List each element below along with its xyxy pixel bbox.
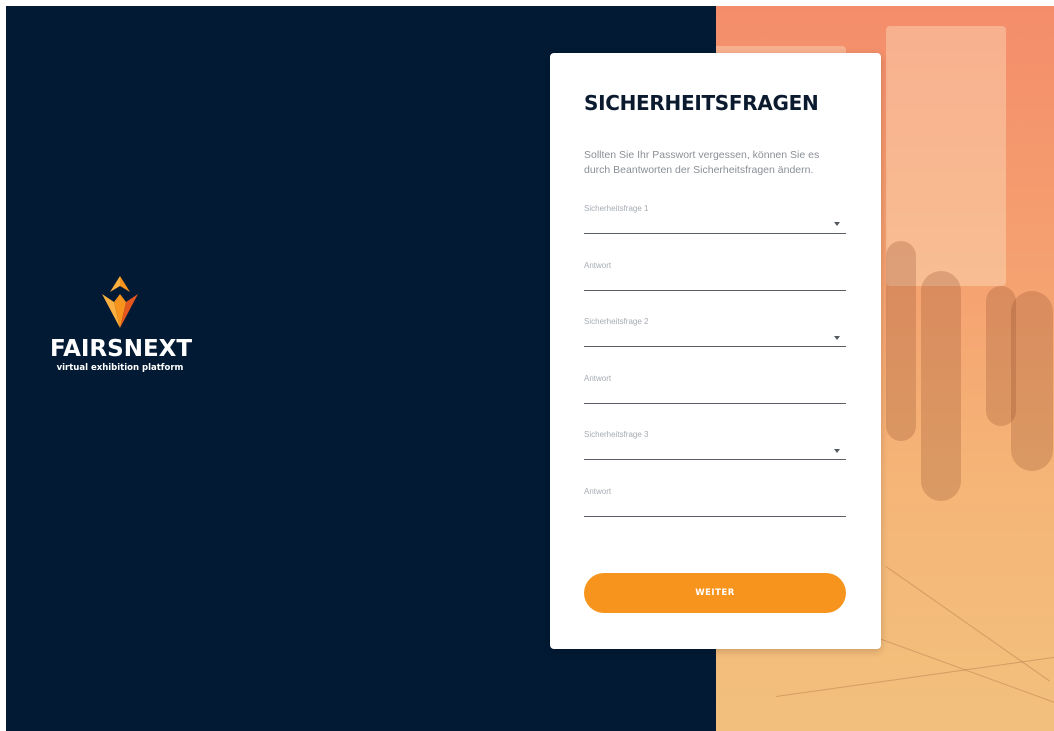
brand-name: FAIRSNEXT — [50, 336, 193, 362]
field-underline — [584, 346, 846, 347]
form-description: Sollten Sie Ihr Passwort vergessen, könn… — [584, 149, 820, 176]
security-questions-card: SICHERHEITSFRAGEN Sollten Sie Ihr Passwo… — [550, 53, 881, 649]
page-frame: FAIRSNEXT virtual exhibition platform SI… — [6, 6, 1054, 731]
answer-1-input[interactable]: Antwort — [584, 261, 846, 291]
chevron-down-icon[interactable] — [834, 449, 840, 453]
submit-button[interactable]: WEITER — [584, 573, 846, 613]
floor-line — [775, 654, 1054, 697]
person-silhouette — [1011, 291, 1053, 471]
security-question-1-select[interactable]: Sicherheitsfrage 1 — [584, 204, 846, 234]
fairsnext-logo-icon — [102, 276, 138, 328]
answer-2-input[interactable]: Antwort — [584, 374, 846, 404]
field-underline — [584, 403, 846, 404]
person-silhouette — [921, 271, 961, 501]
field-underline — [584, 233, 846, 234]
answer-3-input[interactable]: Antwort — [584, 487, 846, 517]
field-label: Sicherheitsfrage 1 — [584, 204, 649, 213]
field-underline — [584, 459, 846, 460]
field-underline — [584, 290, 846, 291]
field-label: Antwort — [584, 374, 612, 383]
field-label: Antwort — [584, 487, 612, 496]
field-underline — [584, 516, 846, 517]
field-label: Antwort — [584, 261, 612, 270]
floor-line — [885, 566, 1051, 682]
brand-block: FAIRSNEXT virtual exhibition platform — [50, 274, 193, 374]
security-question-3-select[interactable]: Sicherheitsfrage 3 — [584, 430, 846, 460]
security-question-2-select[interactable]: Sicherheitsfrage 2 — [584, 317, 846, 347]
field-label: Sicherheitsfrage 2 — [584, 317, 649, 326]
brand-tagline: virtual exhibition platform — [56, 363, 184, 373]
person-silhouette — [886, 241, 916, 441]
chevron-down-icon[interactable] — [834, 222, 840, 226]
page-title: SICHERHEITSFRAGEN — [584, 91, 819, 115]
chevron-down-icon[interactable] — [834, 336, 840, 340]
field-label: Sicherheitsfrage 3 — [584, 430, 649, 439]
